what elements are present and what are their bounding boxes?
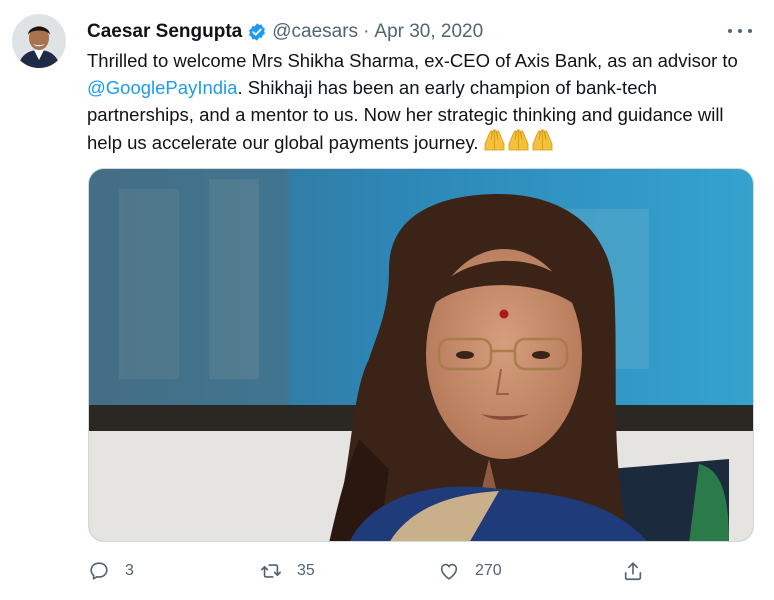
tweet-photo[interactable] xyxy=(88,168,754,542)
retweet-icon xyxy=(261,564,281,578)
folded-hands-emoji xyxy=(482,128,554,159)
reply-button[interactable]: 3 xyxy=(88,556,134,586)
heart-icon xyxy=(440,563,458,580)
mention-link[interactable]: @GooglePayIndia xyxy=(87,77,237,98)
more-horizontal-icon[interactable] xyxy=(728,22,752,40)
retweet-button[interactable]: 35 xyxy=(260,556,315,586)
share-button[interactable] xyxy=(622,556,644,586)
tweet-date[interactable]: Apr 30, 2020 xyxy=(374,21,483,43)
tweet-text-part-1: Thrilled to welcome Mrs Shikha Sharma, e… xyxy=(87,50,738,71)
tweet-actions: 3 35 270 xyxy=(88,556,668,586)
retweet-count: 35 xyxy=(297,562,315,579)
author-name[interactable]: Caesar Sengupta xyxy=(87,21,242,43)
like-button[interactable]: 270 xyxy=(438,556,502,586)
like-count: 270 xyxy=(475,562,502,579)
tweet-text: Thrilled to welcome Mrs Shikha Sharma, e… xyxy=(87,47,763,159)
reply-count: 3 xyxy=(125,562,134,579)
verified-badge-icon xyxy=(247,22,267,42)
more-dot xyxy=(748,29,752,33)
share-icon xyxy=(624,562,642,581)
more-dot xyxy=(728,29,732,33)
reply-icon xyxy=(90,562,108,580)
tweet-header: Caesar Sengupta @caesars · Apr 30, 2020 xyxy=(87,20,483,44)
author-avatar[interactable] xyxy=(12,14,66,68)
more-dot xyxy=(738,29,742,33)
author-handle[interactable]: @caesars xyxy=(272,21,358,43)
separator-dot: · xyxy=(363,21,370,42)
